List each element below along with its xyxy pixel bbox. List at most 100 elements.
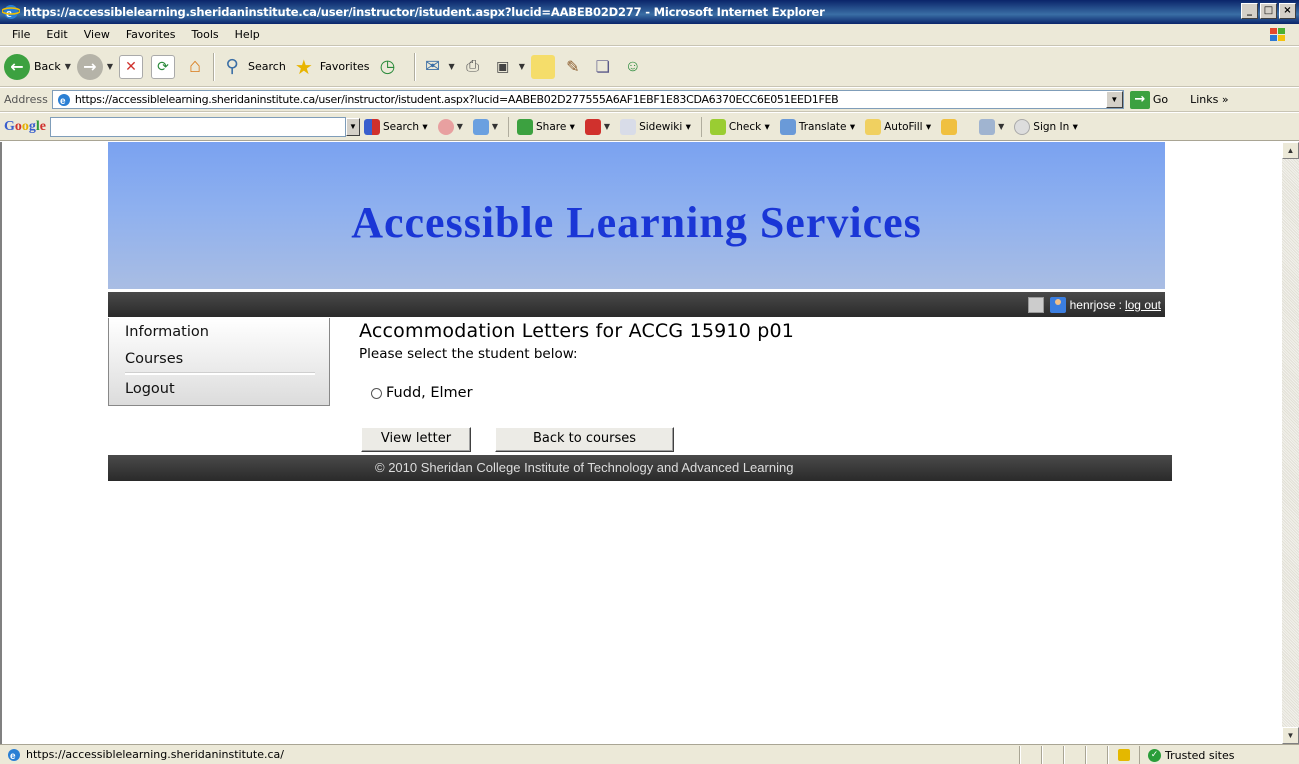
google-logo-letter: o <box>14 118 22 134</box>
search-icon: ⚲ <box>225 56 239 77</box>
google-search-button[interactable]: Search ▾ <box>364 118 428 135</box>
back-to-courses-button[interactable]: Back to courses <box>495 427 674 452</box>
home-icon[interactable]: ⌂ <box>183 55 207 79</box>
nav-courses[interactable]: Courses <box>125 351 183 367</box>
google-search-input[interactable] <box>50 116 346 137</box>
share-icon <box>517 118 533 135</box>
side-navigation: Information Courses Logout <box>108 318 330 406</box>
highlight-icon[interactable] <box>941 118 958 135</box>
messenger-book-icon[interactable]: ❏ <box>591 55 615 79</box>
mail-button[interactable]: ✉ ▼ <box>421 55 455 79</box>
google-autofill-button[interactable]: AutoFill ▾ <box>865 118 931 135</box>
forward-button[interactable]: → ▼ <box>76 53 113 80</box>
view-letter-button[interactable]: View letter <box>361 427 471 452</box>
status-text: https://accessiblelearning.sheridaninsti… <box>26 748 284 761</box>
go-button[interactable]: → Go <box>1129 90 1168 109</box>
page-footer: © 2010 Sheridan College Institute of Tec… <box>108 455 1172 481</box>
address-url: https://accessiblelearning.sheridaninsti… <box>74 93 839 106</box>
pagerank-icon <box>437 118 454 135</box>
google-share-button[interactable]: Share ▾ <box>517 118 575 135</box>
search-button[interactable]: ⚲ Search <box>220 55 285 79</box>
back-arrow-icon: ← <box>4 53 30 80</box>
address-label: Address <box>4 93 48 106</box>
address-dropdown-icon[interactable]: ▼ <box>1105 91 1123 108</box>
settings-dropdown-icon: ▼ <box>998 122 1005 131</box>
research-icon[interactable]: ✎ <box>561 55 585 79</box>
back-label: Back <box>34 60 61 73</box>
back-button[interactable]: ← Back ▼ <box>4 53 71 80</box>
svg-text:e: e <box>60 96 66 107</box>
google-search-dropdown-icon[interactable]: ▼ <box>346 117 360 136</box>
favorites-star-icon: ★ <box>294 54 313 79</box>
student-radio[interactable] <box>371 387 382 399</box>
edit-icon: ▣ <box>496 58 510 75</box>
scroll-up-icon[interactable]: ▲ <box>1282 142 1299 159</box>
print-page-icon[interactable] <box>1027 296 1044 313</box>
status-cell <box>1063 746 1085 764</box>
security-zone[interactable]: ✓ Trusted sites <box>1139 746 1299 764</box>
nav-information[interactable]: Information <box>125 324 209 340</box>
trusted-check-icon: ✓ <box>1148 748 1161 762</box>
address-field[interactable]: e https://accessiblelearning.sheridanins… <box>51 90 1124 109</box>
close-button[interactable]: × <box>1279 3 1296 19</box>
student-option[interactable]: Fudd, Elmer <box>371 385 473 401</box>
edit-button[interactable]: ▣ ▼ <box>491 55 525 79</box>
favorites-button[interactable]: ★ Favorites <box>292 55 370 79</box>
refresh-icon[interactable]: ⟳ <box>151 54 176 79</box>
banner-title: Accessible Learning Services <box>351 198 922 247</box>
google-sidewiki-button[interactable]: Sidewiki ▾ <box>620 118 691 135</box>
status-bar: e https://accessiblelearning.sheridanins… <box>0 744 1299 764</box>
maximize-button[interactable]: □ <box>1260 3 1277 19</box>
google-pagerank-button[interactable]: ▼ <box>437 118 463 135</box>
address-bar: Address e https://accessiblelearning.she… <box>0 88 1299 112</box>
google-settings-button[interactable]: ▼ <box>979 118 1005 135</box>
page-status-icon: e <box>8 748 20 762</box>
status-cell <box>1085 746 1107 764</box>
menu-file[interactable]: File <box>4 28 38 41</box>
google-translate-button[interactable]: Translate ▾ <box>779 118 855 135</box>
notes-icon[interactable] <box>530 54 555 79</box>
svg-text:e: e <box>6 5 12 20</box>
menu-edit[interactable]: Edit <box>38 28 75 41</box>
student-name: Fudd, Elmer <box>386 385 473 401</box>
window-titlebar[interactable]: e https://accessiblelearning.sheridanins… <box>0 0 1299 24</box>
google-logo-letter: G <box>4 118 15 134</box>
history-icon[interactable]: ◷ <box>376 55 400 79</box>
back-dropdown-icon: ▼ <box>64 62 71 71</box>
pagerank-dropdown-icon: ▼ <box>456 122 463 131</box>
menu-view[interactable]: View <box>76 28 118 41</box>
signin-icon <box>1014 118 1031 135</box>
signin-label: Sign In ▾ <box>1033 120 1078 133</box>
edit-dropdown-icon: ▼ <box>518 62 525 71</box>
wrench-icon <box>979 118 996 135</box>
user-separator: : <box>1118 297 1122 312</box>
scroll-down-icon[interactable]: ▼ <box>1282 727 1299 744</box>
google-logo-letter: e <box>39 118 46 134</box>
nav-logout[interactable]: Logout <box>125 381 175 397</box>
google-logo: Google <box>4 119 46 135</box>
windows-flag-icon <box>1270 28 1285 41</box>
menu-favorites[interactable]: Favorites <box>118 28 184 41</box>
vertical-scrollbar[interactable]: ▲ ▼ <box>1282 142 1299 744</box>
google-signin-button[interactable]: Sign In ▾ <box>1014 118 1078 135</box>
menu-help[interactable]: Help <box>227 28 268 41</box>
google-check-button[interactable]: Check ▾ <box>709 118 770 135</box>
mail-dropdown-icon: ▼ <box>448 62 455 71</box>
googlebar-separator <box>700 116 702 137</box>
google-bookmark-button[interactable]: ▼ <box>472 118 498 135</box>
stop-icon[interactable]: ✕ <box>119 54 144 79</box>
logout-link[interactable]: log out <box>1125 298 1161 312</box>
popup-dropdown-icon: ▼ <box>603 122 611 131</box>
print-icon[interactable]: ⎙ <box>461 55 485 79</box>
mail-icon: ✉ <box>424 56 441 77</box>
sidewiki-icon <box>620 118 637 135</box>
minimize-button[interactable]: _ <box>1241 3 1258 19</box>
messenger-icon[interactable]: ☺ <box>621 55 645 79</box>
user-bar: henrjose : log out <box>108 292 1165 317</box>
security-cell[interactable] <box>1107 746 1139 764</box>
lock-icon <box>1117 749 1130 761</box>
menu-tools[interactable]: Tools <box>184 28 227 41</box>
google-popup-blocker-button[interactable]: ▼ <box>584 118 611 135</box>
share-label: Share ▾ <box>536 120 575 133</box>
links-button[interactable]: Links » <box>1190 93 1228 106</box>
